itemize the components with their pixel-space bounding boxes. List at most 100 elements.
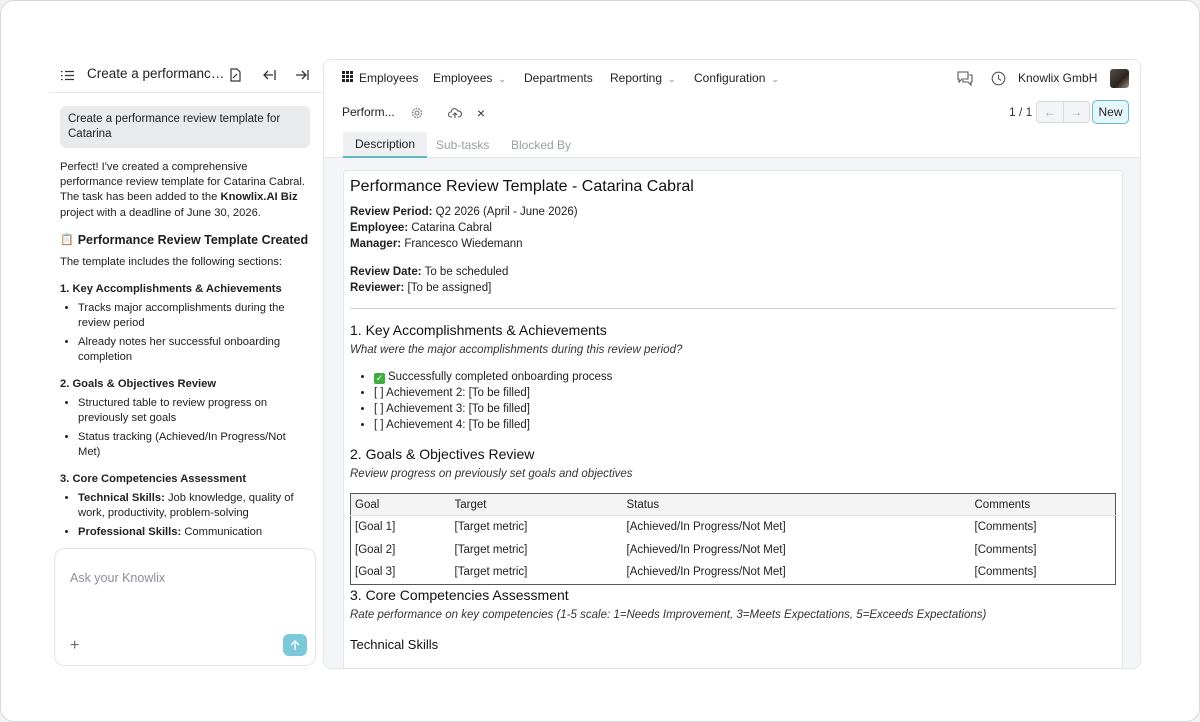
expand-right-icon[interactable]: [292, 65, 312, 85]
accomplishments-list: ✓Successfully completed onboarding proce…: [374, 369, 1116, 433]
field-label: Employee:: [350, 222, 409, 234]
tab-description[interactable]: Description: [343, 132, 428, 158]
chat-composer[interactable]: Ask your Knowlix +: [54, 548, 316, 666]
composer-placeholder[interactable]: Ask your Knowlix: [70, 571, 165, 585]
new-button[interactable]: New: [1092, 100, 1129, 124]
section-title: 1. Key Accomplishments & Achievements: [60, 283, 282, 296]
clipboard-icon: 📋: [60, 234, 74, 247]
menu-label: Configuration: [694, 71, 766, 85]
field-label: Review Date:: [350, 266, 422, 278]
table-header-row: Goal Target Status Comments: [350, 493, 1116, 516]
list-item-bold: Technical Skills:: [78, 492, 165, 505]
list-item: Technical Skills: Job knowledge, quality…: [78, 491, 311, 521]
table-cell: [Achieved/In Progress/Not Met]: [626, 566, 786, 579]
table-cell: [Comments]: [974, 520, 1037, 533]
section-heading: 2. Goals & Objectives Review: [350, 446, 535, 462]
menu-label: Reporting: [610, 71, 663, 85]
cloud-upload-icon[interactable]: [446, 104, 464, 122]
send-arrow-icon[interactable]: [283, 634, 307, 656]
menu-configuration[interactable]: Configuration ⌄: [694, 71, 779, 85]
top-navigation: Employees Employees ⌄ Departments Reporti…: [324, 60, 1140, 96]
tab-blocked-by[interactable]: Blocked By: [499, 132, 583, 158]
pager-counter[interactable]: 1 / 1: [1009, 105, 1032, 119]
menu-employees[interactable]: Employees ⌄: [433, 71, 506, 85]
next-arrow-icon[interactable]: →: [1062, 102, 1090, 122]
table-cell: [Comments]: [974, 566, 1037, 579]
list-item: [ ] Achievement 2: [To be filled]: [374, 385, 1116, 401]
company-switcher[interactable]: Knowlix GmbH: [1018, 71, 1097, 85]
prev-arrow-icon[interactable]: ←: [1037, 102, 1063, 122]
pager-buttons: ← →: [1036, 101, 1090, 123]
menu-departments[interactable]: Departments: [524, 71, 593, 85]
field-label: Reviewer:: [350, 282, 405, 294]
list-item-text: Communication: [181, 526, 263, 539]
reviewer-line: Reviewer: [To be assigned]: [350, 280, 1116, 296]
field-value: [To be assigned]: [404, 282, 492, 294]
tab-bar: Description Sub-tasks Blocked By: [324, 132, 1140, 158]
table-cell: [Goal 1]: [355, 520, 396, 533]
app-panel: Employees Employees ⌄ Departments Reporti…: [323, 59, 1141, 669]
list-item: Structured table to review progress on p…: [78, 396, 311, 426]
conversation-title: Create a performance review template for…: [87, 66, 227, 81]
review-date-line: Review Date: To be scheduled: [350, 264, 1116, 280]
column-header: Comments: [970, 493, 1116, 516]
description-editor[interactable]: Performance Review Template - Catarina C…: [343, 170, 1123, 668]
chevron-down-icon: ⌄: [498, 74, 506, 84]
table-cell: [Achieved/In Progress/Not Met]: [626, 543, 786, 556]
app-name[interactable]: Employees: [359, 71, 418, 85]
gear-icon[interactable]: [408, 104, 426, 122]
list-item: Tracks major accomplishments during the …: [78, 301, 311, 331]
control-panel: Perform... × 1 / 1 ← → New: [324, 96, 1140, 132]
breadcrumb[interactable]: Perform...: [342, 105, 395, 119]
section-heading: 3. Core Competencies Assessment: [350, 587, 569, 603]
field-value: Francesco Wiedemann: [401, 238, 523, 250]
list-item: Professional Skills: Communication: [78, 525, 311, 540]
column-header: Target: [450, 493, 623, 516]
employee-line: Employee: Catarina Cabral: [350, 220, 1116, 236]
table-cell: [Goal 3]: [355, 566, 396, 579]
divider: [350, 308, 1116, 309]
plus-icon[interactable]: +: [70, 637, 79, 655]
user-message: Create a performance review template for…: [60, 106, 310, 148]
table-cell: [Target metric]: [454, 566, 528, 579]
list-item: ✓Successfully completed onboarding proce…: [374, 369, 1116, 385]
menu-label: Employees: [433, 71, 493, 85]
avatar[interactable]: [1110, 69, 1129, 88]
table-cell: [Target metric]: [454, 520, 528, 533]
check-mark-icon: ✓: [374, 373, 385, 384]
new-chat-icon[interactable]: [225, 65, 245, 85]
section-list: Tracks major accomplishments during the …: [78, 301, 311, 365]
collapse-left-icon[interactable]: [259, 65, 279, 85]
menu-reporting[interactable]: Reporting ⌄: [610, 71, 676, 85]
tab-sub-tasks[interactable]: Sub-tasks: [424, 132, 501, 158]
doc-title: Performance Review Template - Catarina C…: [350, 178, 694, 195]
clock-icon[interactable]: [989, 69, 1007, 87]
table-row: [Goal 2] [Target metric] [Achieved/In Pr…: [351, 539, 1116, 562]
project-name: Knowlix.AI Biz: [220, 191, 298, 204]
list-item: [ ] Achievement 4: [To be filled]: [374, 417, 1116, 433]
close-icon[interactable]: ×: [472, 104, 490, 122]
apps-grid-icon[interactable]: [342, 71, 353, 82]
section-list: Structured table to review progress on p…: [78, 396, 311, 460]
list-item: Status tracking (Achieved/In Progress/No…: [78, 430, 311, 460]
section-heading: 1. Key Accomplishments & Achievements: [350, 322, 607, 338]
table-row: [Goal 1] [Target metric] [Achieved/In Pr…: [351, 516, 1116, 539]
window-frame: Create a performance review template for…: [0, 0, 1200, 722]
sections-intro: The template includes the following sect…: [60, 255, 283, 268]
chevron-down-icon: ⌄: [668, 74, 676, 84]
messages-icon[interactable]: [956, 69, 974, 87]
section-title: 2. Goals & Objectives Review: [60, 378, 217, 391]
field-value: To be scheduled: [421, 266, 509, 278]
table-row: [Goal 3] [Target metric] [Achieved/In Pr…: [351, 562, 1116, 585]
table-cell: [Comments]: [974, 543, 1037, 556]
field-value: Q2 2026 (April - June 2026): [432, 206, 578, 218]
list-icon[interactable]: [57, 65, 77, 85]
chevron-down-icon: ⌄: [771, 74, 779, 84]
created-heading-text: Performance Review Template Created: [77, 232, 309, 247]
assistant-panel: Create a performance review template for…: [49, 57, 322, 673]
list-item-text: Successfully completed onboarding proces…: [388, 371, 613, 383]
content-area: Performance Review Template - Catarina C…: [324, 158, 1140, 668]
column-header: Status: [622, 493, 971, 516]
table-cell: [Goal 2]: [355, 543, 396, 556]
list-item-bold: Professional Skills:: [78, 526, 182, 539]
